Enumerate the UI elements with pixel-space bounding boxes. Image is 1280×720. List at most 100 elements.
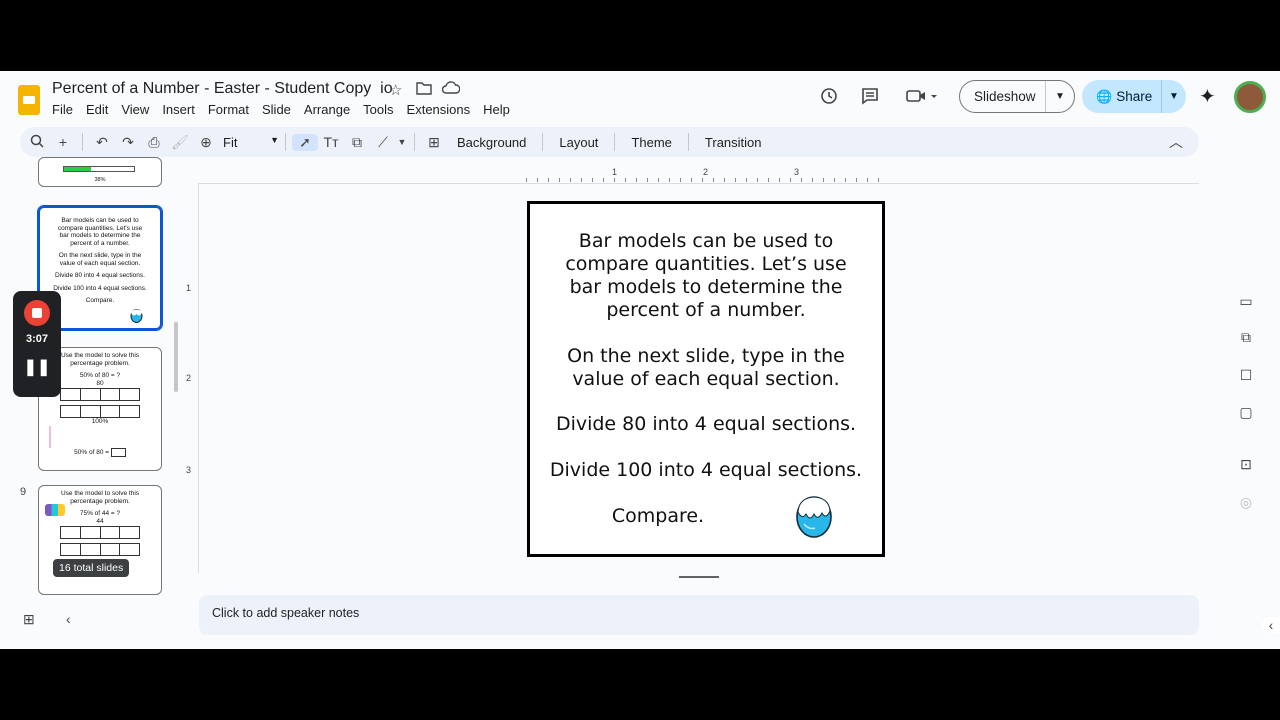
collapse-toolbar-icon[interactable]: ︿ (1163, 132, 1189, 152)
menu-edit[interactable]: Edit (86, 102, 108, 117)
menu-extensions[interactable]: Extensions (407, 102, 471, 117)
paint-format-icon[interactable]: 🖌 (167, 134, 193, 151)
star-icon[interactable]: ☆ (389, 81, 402, 99)
comments-icon[interactable] (858, 86, 882, 110)
background-button[interactable]: Background (457, 135, 526, 150)
line-icon[interactable]: ⟋ (370, 134, 396, 151)
thumb7-line: On the next slide, type in the (58, 252, 142, 259)
pink-notes (49, 425, 151, 448)
menu-insert[interactable]: Insert (162, 102, 195, 117)
gemini-icon[interactable]: ✦ (1199, 84, 1216, 109)
thumb8-bottom: 50% of 80 = (39, 447, 161, 457)
ruler-v-2: 2 (186, 373, 192, 383)
zoom-icon[interactable]: ⊕ (193, 134, 219, 151)
select-tool-icon[interactable]: ➚ (292, 133, 318, 151)
vertical-ruler: 1 2 3 (181, 183, 199, 573)
menu-slide[interactable]: Slide (262, 102, 291, 117)
add-on-icon[interactable]: ⊡ (1234, 456, 1258, 473)
document-title-text[interactable]: Percent of a Number - Easter - Student C… (52, 80, 371, 97)
slide-number-9: 9 (20, 486, 27, 498)
ruler-h-1: 1 (612, 167, 618, 177)
slide-text-line[interactable]: bar models to determine the (530, 276, 882, 299)
divider (82, 133, 83, 151)
slideshow-dropdown-icon[interactable]: ▼ (1046, 91, 1074, 102)
menu-tools[interactable]: Tools (363, 102, 393, 117)
menu-view[interactable]: View (121, 102, 149, 117)
tasks-icon[interactable]: ⧉ (1234, 329, 1258, 346)
slide-text-line[interactable]: percent of a number. (530, 299, 882, 322)
theme-button[interactable]: Theme (631, 135, 671, 150)
disabled-addon-icon[interactable]: ◎ (1234, 494, 1258, 511)
line-dropdown-icon[interactable]: ▼ (396, 137, 408, 147)
speaker-notes[interactable]: Click to add speaker notes (199, 595, 1199, 635)
redo-icon[interactable]: ↷ (115, 134, 141, 151)
new-slide-icon[interactable]: + (50, 134, 76, 150)
slideshow-label[interactable]: Slideshow (960, 81, 1046, 112)
slide-text-line[interactable]: On the next slide, type in the (530, 345, 882, 368)
thumb9-title: Use the model to solve this (60, 490, 140, 497)
layout-button[interactable]: Layout (559, 135, 598, 150)
menu-file[interactable]: File (52, 102, 73, 117)
version-history-icon[interactable] (817, 86, 841, 110)
menu-arrange[interactable]: Arrange (304, 102, 350, 117)
bar-model (60, 526, 140, 539)
speaker-notes-placeholder[interactable]: Click to add speaker notes (212, 606, 359, 620)
meet-icon[interactable] (904, 86, 940, 110)
menu-help[interactable]: Help (483, 102, 510, 117)
slide-text-line[interactable]: value of each equal section. (530, 368, 882, 391)
grid-view-icon[interactable]: ⊞ (23, 611, 35, 628)
cloud-status-icon[interactable] (441, 81, 461, 98)
zoom-dropdown-icon[interactable]: ▼ (270, 135, 279, 150)
divider (414, 133, 415, 151)
slide-text-line[interactable]: Divide 80 into 4 equal sections. (530, 413, 882, 436)
canvas-scroll-handle[interactable] (679, 576, 719, 578)
divider (285, 133, 286, 151)
keep-icon[interactable]: ▭ (1234, 293, 1258, 310)
move-folder-icon[interactable] (416, 81, 432, 99)
ruler-v-1: 1 (186, 283, 192, 293)
slides-logo-icon[interactable] (18, 85, 40, 115)
slides-app: Percent of a Number - Easter - Student C… (0, 71, 1280, 649)
horizontal-ruler: 1 2 3 (526, 165, 886, 183)
share-button[interactable]: 🌐 Share ▼ (1082, 80, 1186, 113)
insert-comment-icon[interactable]: ⊞ (421, 134, 447, 151)
filmstrip-scrollbar[interactable] (174, 322, 178, 392)
avatar[interactable] (1234, 81, 1266, 113)
thumb7-line: Divide 80 into 4 equal sections. (55, 272, 145, 279)
filmstrip[interactable]: 38% Bar models can be used to compare qu… (0, 157, 190, 649)
text-box-icon[interactable]: Tт (318, 134, 344, 150)
thumbnail-slide-6[interactable]: 38% (38, 157, 162, 187)
slide-text-line[interactable]: Divide 100 into 4 equal sections. (530, 459, 882, 482)
slideshow-button[interactable]: Slideshow ▼ (959, 80, 1075, 113)
share-dropdown-icon[interactable]: ▼ (1162, 91, 1186, 102)
image-icon[interactable]: ⧉ (344, 134, 370, 151)
zoom-select[interactable]: Fit ▼ (223, 135, 279, 150)
current-slide[interactable]: Bar models can be used to compare quanti… (527, 201, 885, 557)
slide-text-line[interactable]: compare quantities. Let’s use (530, 253, 882, 276)
ruler-h-3: 3 (794, 167, 800, 177)
expand-side-panel-icon[interactable]: ‹ (1262, 617, 1280, 633)
contacts-icon[interactable]: ☐ (1234, 367, 1258, 384)
zoom-value[interactable]: Fit (223, 135, 237, 150)
ruler-ticks (526, 178, 886, 182)
menu-format[interactable]: Format (208, 102, 249, 117)
menu-bar: File Edit View Insert Format Slide Arran… (52, 102, 523, 117)
share-label[interactable]: 🌐 Share (1082, 80, 1162, 113)
slide-compare-text[interactable]: Compare. (482, 505, 834, 528)
drive-folder-icon[interactable]: ▢ (1234, 404, 1258, 421)
globe-icon: 🌐 (1096, 89, 1113, 104)
easter-egg-icon (130, 309, 143, 323)
thumb7-line: Divide 100 into 4 equal sections. (53, 284, 147, 292)
print-icon[interactable]: ⎙ (141, 134, 167, 151)
slide-text-line[interactable]: Bar models can be used to (530, 230, 882, 253)
transition-button[interactable]: Transition (705, 135, 762, 150)
divider (687, 133, 689, 151)
collapse-panel-icon[interactable]: ‹ (66, 611, 71, 627)
search-menus-icon[interactable] (24, 134, 50, 151)
undo-icon[interactable]: ↶ (89, 134, 115, 151)
pause-icon[interactable]: ❚❚ (13, 357, 61, 377)
thumbnail-slide-9[interactable]: Use the model to solve this percentage p… (38, 485, 162, 595)
document-title[interactable]: Percent of a Number - Easter - Student C… (52, 80, 393, 98)
easter-egg-icon[interactable] (795, 494, 833, 538)
stop-recording-button[interactable] (24, 300, 50, 326)
